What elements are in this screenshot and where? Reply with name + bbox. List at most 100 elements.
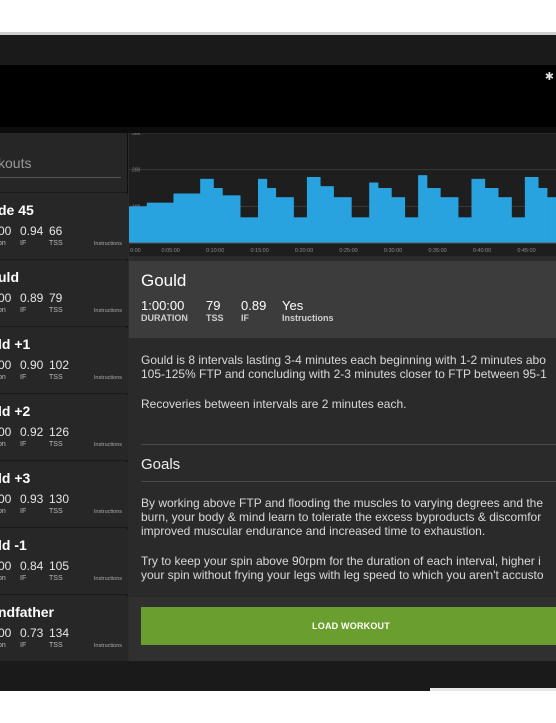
bluetooth-icon: ✱ xyxy=(544,70,554,83)
chart-interval-bar xyxy=(484,188,499,243)
chart-svg: 3002001000:000:05:000:10:000:15:000:20:0… xyxy=(129,131,556,256)
workout-detail-header: Gould 1:00:00 DURATION 79 TSS 0.89 IF Ye… xyxy=(129,261,556,338)
chart-interval-bar xyxy=(440,197,459,243)
workout-tss-value: 134 xyxy=(49,626,70,640)
chart-interval-bar xyxy=(222,195,241,243)
x-tick-label: 0:00 xyxy=(130,248,141,254)
workout-if-value: 0.92 xyxy=(20,425,44,439)
x-tick-label: 0:20:00 xyxy=(295,248,313,254)
workout-list-item[interactable]: ld +1 00 0.90 102 on IF TSS Instructions xyxy=(0,328,128,394)
workout-profile-chart: 3002001000:000:05:000:10:000:15:000:20:0… xyxy=(129,131,556,256)
workout-tss-label: TSS xyxy=(49,642,63,649)
goals-line: improved muscular endurance and increase… xyxy=(141,524,486,538)
x-tick-label: 0:25:00 xyxy=(339,248,357,254)
chart-interval-bar xyxy=(427,188,441,243)
chart-interval-bar xyxy=(146,202,174,243)
workout-tss-label: TSS xyxy=(49,307,63,314)
divider xyxy=(141,444,556,445)
workout-tss-value: 102 xyxy=(49,358,70,372)
workout-list-item[interactable]: uld 00 0.89 79 on IF TSS Instructions xyxy=(0,261,128,327)
device-bezel-top xyxy=(0,35,556,65)
chart-interval-bar xyxy=(471,178,486,243)
workout-duration-value: 00 xyxy=(0,224,12,238)
goals-line: your spin without frying your legs with … xyxy=(141,568,544,582)
app-screen: kouts de 45000.9466onIFTSSInstructionsul… xyxy=(0,131,556,662)
load-area: LOAD WORKOUT xyxy=(129,597,556,661)
chart-interval-bar xyxy=(404,217,419,243)
stat-duration-label: DURATION xyxy=(141,313,188,323)
stat-if-label: IF xyxy=(241,313,249,323)
workout-description-panel: Gould is 8 intervals lasting 3-4 minutes… xyxy=(129,338,556,602)
x-tick-label: 0:40:00 xyxy=(473,248,491,254)
workout-title: Gould xyxy=(141,271,187,290)
x-tick-label: 0:10:00 xyxy=(206,248,224,254)
chart-interval-bar xyxy=(378,188,392,243)
goals-line: Try to keep your spin above 90rpm for th… xyxy=(141,554,541,568)
x-tick-label: 0:45:00 xyxy=(517,248,535,254)
chart-interval-bar xyxy=(351,217,370,243)
tablet-device: ✱ kouts de 45 00 0.94 66 on IF TSS Instructions… xyxy=(0,32,556,691)
workout-name: ld -1 xyxy=(0,537,27,553)
chart-interval-bar xyxy=(498,197,512,243)
chart-interval-bar xyxy=(524,177,539,243)
x-tick-label: 0:35:00 xyxy=(428,248,446,254)
workout-tss-label: TSS xyxy=(49,374,63,381)
workout-list-item[interactable]: ld +2 00 0.92 126 on IF TSS Instructions xyxy=(0,395,128,461)
workout-tss-label: TSS xyxy=(49,508,63,515)
chart-interval-bar xyxy=(369,182,379,243)
workout-name: ndfather xyxy=(0,604,54,620)
workout-name: de 45 xyxy=(0,202,34,218)
stat-tss-value: 79 xyxy=(206,298,221,313)
workout-duration-value: 00 xyxy=(0,291,12,305)
chart-interval-bar xyxy=(306,177,321,243)
workout-list-item[interactable]: ld +3 00 0.93 130 on IF TSS Instructions xyxy=(0,462,128,528)
stat-instructions-label: Instructions xyxy=(282,313,334,323)
goals-line: burn, your body & mind learn to tolerate… xyxy=(141,510,542,524)
chart-interval-bar xyxy=(173,193,201,243)
workout-if-label: IF xyxy=(20,307,27,314)
chart-interval-bar xyxy=(129,206,148,243)
workout-if-label: IF xyxy=(20,508,27,515)
divider xyxy=(141,481,556,482)
chart-interval-bar xyxy=(275,197,294,243)
chart-interval-bar xyxy=(418,175,428,243)
workout-list-item[interactable]: de 45 00 0.94 66 on IF TSS Instructions xyxy=(0,194,128,260)
chart-interval-bar xyxy=(293,217,308,243)
workouts-search-header[interactable]: kouts xyxy=(0,133,127,193)
header-underline xyxy=(0,177,121,178)
workout-instructions-label: Instructions xyxy=(93,509,122,515)
workout-duration-value: 00 xyxy=(0,559,12,573)
workout-tss-value: 79 xyxy=(49,291,63,305)
chart-interval-bar xyxy=(257,178,268,243)
workout-duration-label: on xyxy=(0,240,6,247)
workout-duration-label: on xyxy=(0,307,6,314)
workout-tss-label: TSS xyxy=(49,441,63,448)
workout-name: ld +1 xyxy=(0,336,31,352)
stat-instructions-value: Yes xyxy=(282,298,304,313)
status-bar: ✱ xyxy=(0,65,556,127)
workout-duration-value: 00 xyxy=(0,358,12,372)
workout-if-label: IF xyxy=(20,575,27,582)
workout-duration-label: on xyxy=(0,575,6,582)
chart-interval-bar xyxy=(213,188,223,243)
load-workout-button[interactable]: LOAD WORKOUT xyxy=(141,607,556,645)
workout-if-label: IF xyxy=(20,441,27,448)
workout-if-label: IF xyxy=(20,240,27,247)
workout-instructions-label: Instructions xyxy=(93,375,122,381)
chart-interval-bar xyxy=(547,197,556,243)
goals-line: By working above FTP and flooding the mu… xyxy=(141,496,544,510)
chart-interval-bar xyxy=(200,178,214,243)
x-tick-label: 0:30:00 xyxy=(384,248,402,254)
sidebar-header-label: kouts xyxy=(0,155,32,171)
workout-list-item[interactable]: ld -1 00 0.84 105 on IF TSS Instructions xyxy=(0,529,128,595)
workout-if-value: 0.73 xyxy=(20,626,44,640)
workout-list-item[interactable]: ndfather 00 0.73 134 on IF TSS Instructions xyxy=(0,596,128,662)
workout-if-label: IF xyxy=(20,374,27,381)
workout-if-value: 0.94 xyxy=(20,224,44,238)
workout-instructions-label: Instructions xyxy=(93,442,122,448)
device-edge xyxy=(430,688,556,691)
workout-tss-value: 126 xyxy=(49,425,70,439)
workout-duration-label: on xyxy=(0,642,6,649)
workout-if-value: 0.89 xyxy=(20,291,44,305)
workout-duration-value: 00 xyxy=(0,626,12,640)
